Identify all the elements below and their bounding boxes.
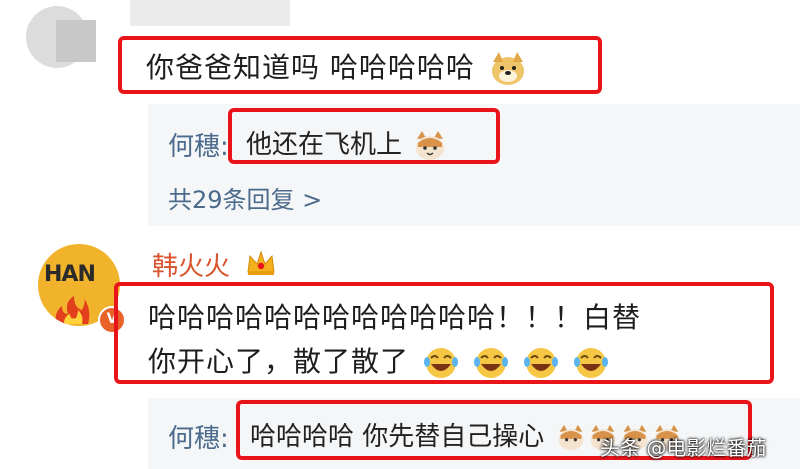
laugh-cry-emoji-icon (573, 348, 608, 378)
reply1-author-link[interactable]: 何穗: (168, 126, 229, 163)
reply2-text: 哈哈哈哈 你先替自己操心 (250, 422, 545, 452)
laugh-cry-emoji-icon (473, 348, 508, 378)
cat-emoji-icon (416, 130, 445, 160)
blurred-avatar (8, 0, 110, 82)
flame-icon (55, 296, 90, 324)
laugh-cry-emoji-icon (423, 348, 458, 378)
reply1-text-row: 他还在飞机上 (246, 124, 446, 161)
comment2-line2: 你开心了，散了散了 (148, 345, 410, 378)
comment2-line1: 哈哈哈哈哈哈哈哈哈哈哈哈！！！白替 (148, 301, 642, 334)
avatar-text: HAN (44, 262, 96, 287)
cat-emoji-icon (558, 424, 583, 450)
reply2-author-link[interactable]: 何穗: (168, 418, 229, 455)
comment1-text-row: 你爸爸知道吗 哈哈哈哈哈 (146, 46, 527, 86)
comment1-text: 你爸爸知道吗 哈哈哈哈哈 (146, 51, 475, 84)
comment2-line2-row: 你开心了，散了散了 (148, 340, 609, 380)
comment2-username[interactable]: 韩火火 (152, 246, 230, 283)
laugh-cry-emoji-icon (523, 348, 558, 378)
source-watermark: 头条 @电影烂番茄 (600, 436, 767, 460)
view-all-replies-link[interactable]: 共29条回复 > (168, 180, 322, 215)
crown-icon (247, 250, 275, 275)
doge-emoji-icon (491, 52, 524, 85)
reply1-text: 他还在飞机上 (246, 130, 403, 160)
blurred-username (130, 0, 290, 26)
